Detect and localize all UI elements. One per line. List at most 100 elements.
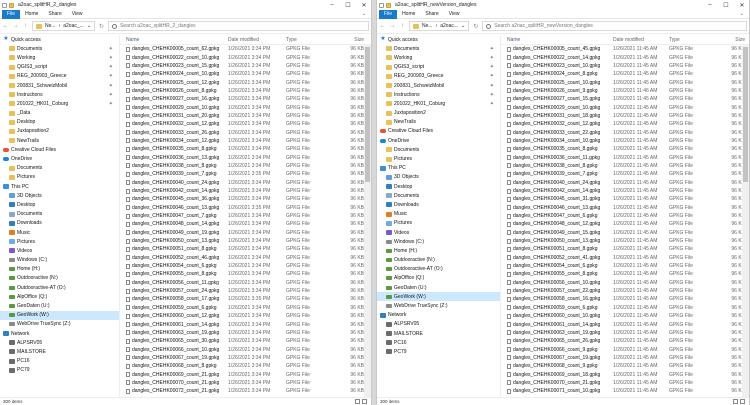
file-row[interactable]: dangles_CHEHK00022_count_10.gpkg 1/26/202…: [120, 53, 371, 61]
nav-item[interactable]: PC16: [377, 338, 500, 347]
file-row[interactable]: dangles_CHEHK00070_count_21.gpkg 1/26/202…: [501, 379, 749, 387]
file-row[interactable]: dangles_CHEHK00035_count_8.gpkg 1/26/2021…: [501, 145, 749, 153]
nav-item[interactable]: Home (H:): [377, 246, 500, 255]
nav-item[interactable]: OneDrive: [377, 136, 500, 145]
file-row[interactable]: dangles_CHEHK00054_count_6.gpkg 1/26/2021…: [120, 262, 371, 270]
file-row[interactable]: dangles_CHEHK00061_count_14.gpkg 1/26/202…: [501, 320, 749, 328]
file-row[interactable]: dangles_CHEHK00032_count_12.gpkg 1/26/202…: [120, 120, 371, 128]
nav-item[interactable]: Network: [377, 311, 500, 320]
address-bar[interactable]: Ne... › a2oac... ⌄: [409, 21, 470, 31]
file-row[interactable]: dangles_CHEHK00039_count_7.gpkg 1/26/2021…: [120, 170, 371, 178]
tab-view[interactable]: View: [444, 10, 465, 19]
chevron-down-icon[interactable]: ⌄: [461, 23, 465, 29]
refresh-icon[interactable]: ↻: [472, 23, 479, 30]
nav-item[interactable]: Outdooractive (N:): [377, 256, 500, 265]
file-row[interactable]: dangles_CHEHK00068_count_9.gpkg 1/26/2021…: [501, 362, 749, 370]
file-row[interactable]: dangles_CHEHK00056_count_11.gpkg 1/26/202…: [120, 279, 371, 287]
tab-view[interactable]: View: [67, 10, 88, 19]
nav-item[interactable]: AlpOffice (Q:): [0, 292, 119, 301]
nav-item[interactable]: GeoWork (W:): [377, 292, 500, 302]
properties-icon[interactable]: [2, 2, 7, 8]
file-row[interactable]: dangles_CHEHK00029_count_10.gpkg 1/26/202…: [501, 103, 749, 111]
details-view-icon[interactable]: [355, 399, 360, 404]
file-row[interactable]: dangles_CHEHK00026_count_8.gpkg 1/26/2021…: [120, 87, 371, 95]
file-row[interactable]: dangles_CHEHK00029_count_10.gpkg 1/26/202…: [120, 103, 371, 111]
new-folder-icon[interactable]: [9, 2, 14, 8]
file-row[interactable]: dangles_CHEHK00059_count_6.gpkg 1/26/2021…: [120, 304, 371, 312]
file-row[interactable]: dangles_CHEHK00025_count_12.gpkg 1/26/202…: [120, 78, 371, 86]
file-row[interactable]: dangles_CHEHK00048_count_14.gpkg 1/26/202…: [120, 220, 371, 228]
file-row[interactable]: dangles_CHEHK00024_count_8.gpkg 1/26/2021…: [501, 70, 749, 78]
file-row[interactable]: dangles_CHEHK00055_count_8.gpkg 1/26/2021…: [120, 270, 371, 278]
nav-item[interactable]: 201022_HK01_Coburg ✦: [377, 99, 500, 108]
back-arrow-icon[interactable]: ←: [2, 23, 9, 29]
close-button[interactable]: ✕: [357, 0, 371, 10]
file-row[interactable]: dangles_CHEHK00034_count_10.gpkg 1/26/202…: [501, 137, 749, 145]
nav-item[interactable]: This PC: [377, 164, 500, 173]
nav-item[interactable]: This PC: [0, 182, 119, 191]
nav-item[interactable]: Working ✦: [377, 53, 500, 62]
nav-item[interactable]: WebDrive TrueSync (Z:): [377, 301, 500, 310]
file-row[interactable]: dangles_CHEHK00046_count_13.gpkg 1/26/202…: [120, 204, 371, 212]
file-row[interactable]: dangles_CHEHK00051_count_8.gpkg 1/26/2021…: [501, 245, 749, 253]
nav-item[interactable]: Creative Cloud Files: [377, 127, 500, 136]
file-row[interactable]: dangles_CHEHK00036_count_11.gpkg 1/26/202…: [501, 153, 749, 161]
nav-item[interactable]: 3D Objects: [377, 173, 500, 182]
nav-item[interactable]: MAILSTORE: [377, 329, 500, 338]
chevron-down-icon[interactable]: ⌄: [87, 23, 91, 29]
file-row[interactable]: dangles_CHEHK00025_count_10.gpkg 1/26/202…: [501, 78, 749, 86]
nav-item[interactable]: PC79: [377, 347, 500, 356]
nav-item[interactable]: Pictures: [0, 173, 119, 182]
nav-item[interactable]: Pictures: [377, 154, 500, 163]
file-row[interactable]: dangles_CHEHK00050_count_13.gpkg 1/26/202…: [120, 237, 371, 245]
file-row[interactable]: dangles_CHEHK00063_count_19.gpkg 1/26/202…: [501, 329, 749, 337]
file-row[interactable]: dangles_CHEHK00052_count_46.gpkg 1/26/202…: [120, 254, 371, 262]
file-row[interactable]: dangles_CHEHK00042_count_14.gpkg 1/26/202…: [120, 187, 371, 195]
file-row[interactable]: dangles_CHEHK00055_count_8.gpkg 1/26/2021…: [501, 270, 749, 278]
file-row[interactable]: dangles_CHEHK00024_count_10.gpkg 1/26/202…: [120, 70, 371, 78]
nav-item[interactable]: 200831_SchweizMobil ✦: [0, 81, 119, 90]
nav-item[interactable]: Downloads: [0, 219, 119, 228]
file-row[interactable]: dangles_CHEHK00031_count_20.gpkg 1/26/202…: [120, 112, 371, 120]
file-row[interactable]: dangles_CHEHK00058_count_17.gpkg 1/26/202…: [120, 295, 371, 303]
nav-item[interactable]: REG_200903_Greece ✦: [377, 72, 500, 81]
file-row[interactable]: dangles_CHEHK00046_count_13.gpkg 1/26/202…: [501, 204, 749, 212]
nav-item[interactable]: AlpOffice (Q:): [377, 274, 500, 283]
ribbon-expand-icon[interactable]: ⌄: [362, 11, 371, 17]
nav-item[interactable]: QGIS3_script ✦: [377, 63, 500, 72]
tab-file[interactable]: File: [379, 9, 398, 19]
nav-item[interactable]: ★ Quick access: [0, 35, 119, 44]
file-row[interactable]: dangles_CHEHK00072_count_21.gpkg 1/26/202…: [120, 387, 371, 395]
file-row[interactable]: dangles_CHEHK00068_count_8.gpkg 1/26/2021…: [120, 362, 371, 370]
file-row[interactable]: dangles_CHEHK00033_count_22.gpkg 1/26/202…: [501, 128, 749, 136]
nav-item[interactable]: PC16: [0, 357, 119, 366]
address-bar[interactable]: Ne... › a2oac_... ⌄: [32, 21, 96, 31]
nav-item[interactable]: Downloads: [377, 200, 500, 209]
minimize-button[interactable]: –: [325, 0, 339, 10]
back-arrow-icon[interactable]: ←: [379, 23, 386, 29]
file-row[interactable]: dangles_CHEHK00067_count_19.gpkg 1/26/202…: [120, 354, 371, 362]
nav-item[interactable]: WebDrive TrueSync (Z:): [0, 320, 119, 329]
nav-item[interactable]: Pictures: [377, 219, 500, 228]
file-row[interactable]: dangles_CHEHK00049_count_15.gpkg 1/26/202…: [501, 229, 749, 237]
file-row[interactable]: dangles_CHEHK00026_count_9.gpkg 1/26/2021…: [501, 87, 749, 95]
file-row[interactable]: dangles_CHEHK00027_count_15.gpkg 1/26/202…: [501, 95, 749, 103]
file-row[interactable]: dangles_CHEHK00071_count_10.gpkg 1/26/202…: [501, 387, 749, 395]
search-box[interactable]: Search a2oac_splitHR_2_dangles: [108, 21, 369, 31]
nav-item[interactable]: NewTrails: [0, 136, 119, 145]
nav-item[interactable]: Instructions ✦: [377, 90, 500, 99]
tab-file[interactable]: File: [2, 9, 21, 19]
nav-item[interactable]: GeoDaten (U:): [377, 283, 500, 292]
file-row[interactable]: dangles_CHEHK00034_count_12.gpkg 1/26/202…: [120, 137, 371, 145]
tab-home[interactable]: Home: [20, 10, 43, 19]
scrollbar-thumb[interactable]: [365, 47, 370, 182]
file-row[interactable]: dangles_CHEHK00032_count_12.gpkg 1/26/202…: [501, 120, 749, 128]
file-row[interactable]: dangles_CHEHK00061_count_14.gpkg 1/26/202…: [120, 320, 371, 328]
nav-item[interactable]: Home (H:): [0, 265, 119, 274]
nav-item[interactable]: QGIS3_script ✦: [0, 63, 119, 72]
column-type[interactable]: Type: [669, 37, 715, 43]
file-row[interactable]: dangles_CHEHK00040_count_24.gpkg 1/26/202…: [120, 179, 371, 187]
nav-item[interactable]: Documents ✦: [377, 44, 500, 53]
close-button[interactable]: ✕: [735, 0, 749, 10]
column-name[interactable]: Name: [507, 37, 613, 43]
